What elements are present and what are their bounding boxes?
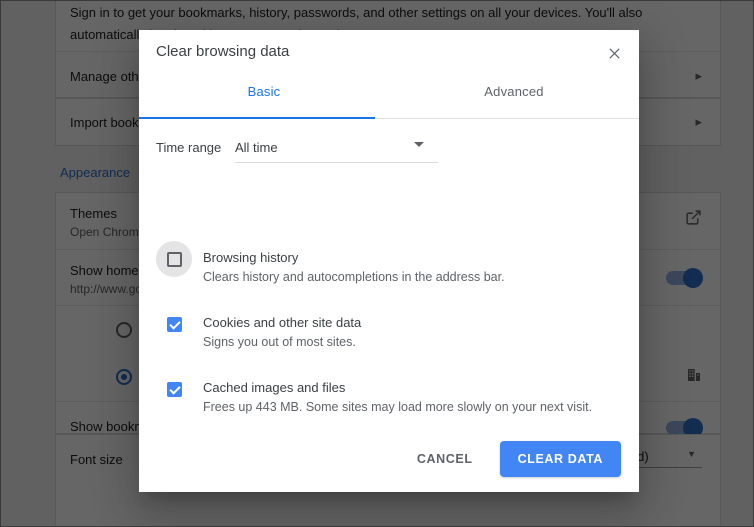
dialog-body: Time range All time Browsing history Cle…	[139, 119, 639, 426]
time-range-label: Time range	[156, 140, 222, 155]
browsing-history-checkbox[interactable]	[166, 251, 182, 267]
clear-browsing-data-dialog: Clear browsing data Basic Advanced Time …	[139, 30, 639, 492]
dialog-footer: CANCEL CLEAR DATA	[139, 426, 639, 492]
browsing-history-description: Clears history and autocompletions in th…	[203, 270, 505, 284]
browsing-history-title: Browsing history	[203, 250, 299, 265]
cancel-button[interactable]: CANCEL	[407, 443, 483, 475]
time-range-row: Time range All time	[156, 137, 438, 163]
dialog-header: Clear browsing data	[139, 30, 639, 80]
data-type-options-list: Browsing history Clears history and auto…	[139, 241, 639, 426]
cookies-checkbox[interactable]	[166, 316, 182, 332]
option-cookies[interactable]: Cookies and other site data Signs you ou…	[139, 312, 639, 352]
browsing-history-checkbox-wrap[interactable]	[156, 241, 192, 277]
time-range-value: All time	[235, 140, 278, 155]
time-range-select[interactable]: All time	[235, 137, 438, 163]
browsing-history-texts: Browsing history Clears history and auto…	[203, 247, 505, 287]
cookies-checkbox-wrap[interactable]	[156, 306, 192, 342]
option-cached-images[interactable]: Cached images and files Frees up 443 MB.…	[139, 377, 639, 417]
cached-images-title: Cached images and files	[203, 380, 346, 395]
cookies-title: Cookies and other site data	[203, 315, 362, 330]
tab-advanced[interactable]: Advanced	[389, 80, 639, 118]
clear-data-button[interactable]: CLEAR DATA	[499, 441, 621, 477]
dialog-tabs: Basic Advanced	[139, 80, 639, 119]
close-icon[interactable]	[601, 40, 627, 66]
tab-advanced-label: Advanced	[484, 84, 544, 99]
dropdown-arrow-icon	[414, 142, 424, 147]
tab-basic-label: Basic	[247, 84, 281, 99]
screenshot-root: Sign in to get your bookmarks, history, …	[0, 0, 754, 527]
cached-images-description: Frees up 443 MB. Some sites may load mor…	[203, 400, 593, 414]
cookies-description: Signs you out of most sites.	[203, 335, 356, 349]
cookies-texts: Cookies and other site data Signs you ou…	[203, 312, 361, 352]
dialog-title: Clear browsing data	[156, 43, 290, 60]
tab-basic[interactable]: Basic	[139, 80, 389, 118]
cached-images-checkbox-wrap[interactable]	[156, 371, 192, 407]
cached-images-checkbox[interactable]	[166, 381, 182, 397]
cached-images-texts: Cached images and files Frees up 443 MB.…	[203, 377, 592, 417]
option-browsing-history[interactable]: Browsing history Clears history and auto…	[139, 241, 639, 287]
